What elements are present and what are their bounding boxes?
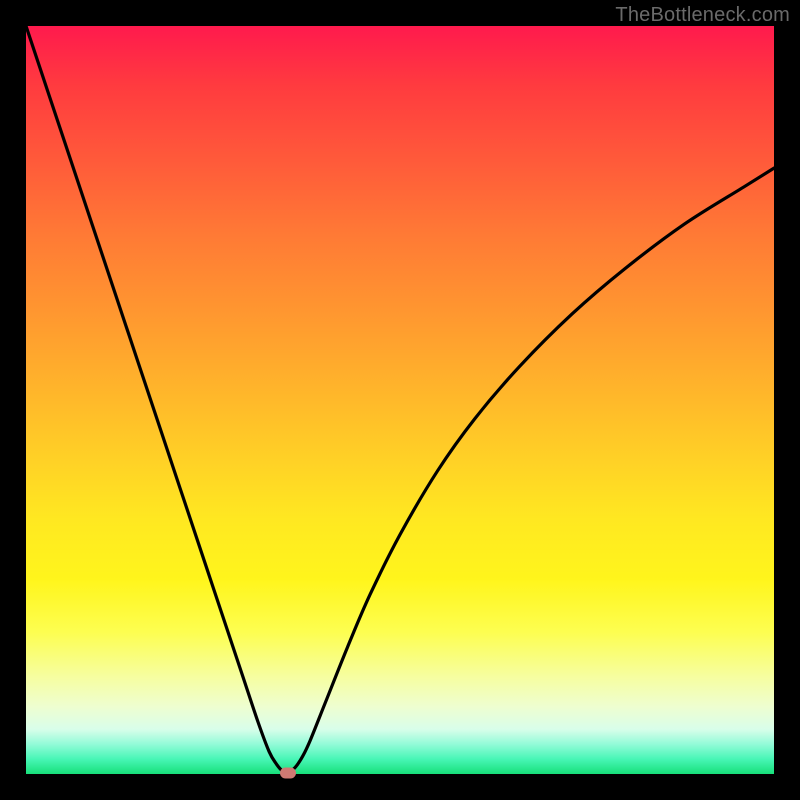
outer-frame: TheBottleneck.com [0, 0, 800, 800]
watermark-text: TheBottleneck.com [615, 4, 790, 27]
curve-path [26, 26, 774, 773]
optimum-marker [280, 767, 296, 778]
plot-area [26, 26, 774, 774]
bottleneck-curve [26, 26, 774, 774]
